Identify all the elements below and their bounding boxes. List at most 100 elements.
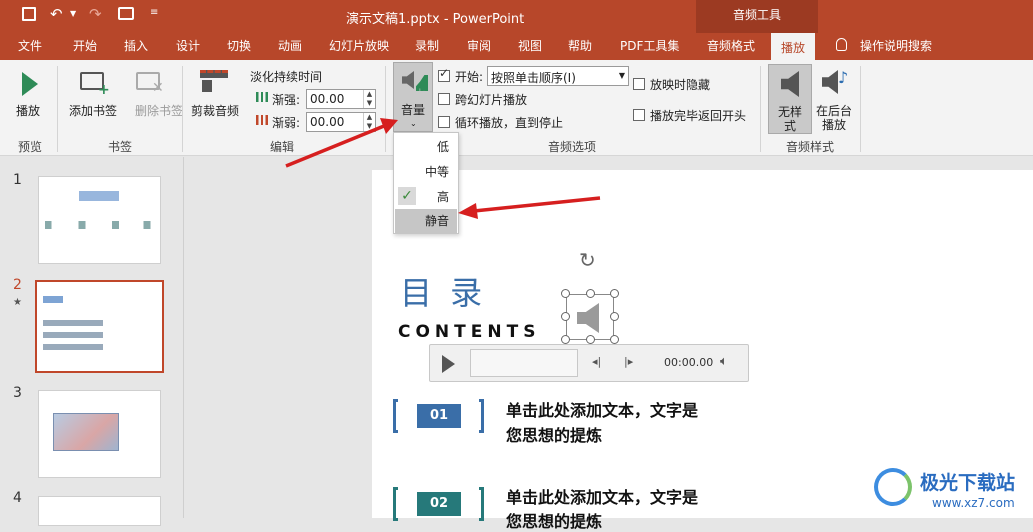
selection-handle[interactable] (610, 289, 619, 298)
rewind-checkbox[interactable] (633, 109, 645, 121)
group-bookmarks-label: 书签 (108, 140, 133, 154)
selection-handle[interactable] (561, 289, 570, 298)
slide-thumbnail-3[interactable] (38, 390, 161, 478)
item-text-line1: 单击此处添加文本，文字是 (506, 401, 699, 420)
start-label: 开始: (455, 70, 484, 84)
slide-title: 目 录 (400, 274, 487, 312)
slide-number: 1 (13, 172, 22, 188)
fade-out-label: 渐弱: (272, 116, 301, 130)
selection-handle[interactable] (610, 335, 619, 344)
volume-icon[interactable]: 🔈︎ (720, 354, 728, 369)
slide-thumbnail-2[interactable] (35, 280, 164, 373)
volume-menu-item-medium[interactable]: 中等 (395, 160, 457, 184)
undo-icon[interactable]: ↶ (50, 5, 63, 23)
add-bookmark-button[interactable]: + 添加书签 (64, 64, 122, 120)
redo-icon[interactable]: ↷ (89, 5, 102, 23)
volume-menu-item-low[interactable]: 低 (395, 135, 457, 159)
tab-help[interactable]: 帮助 (568, 33, 592, 60)
group-divider (760, 66, 761, 152)
slide-subtitle: CONTENTS (398, 322, 541, 342)
plus-icon: + (98, 82, 110, 98)
play-button[interactable]: 播放 (10, 64, 50, 120)
start-dropdown[interactable]: 按照单击顺序(I) ▼ (487, 66, 629, 86)
thumb-content (43, 320, 103, 356)
remove-bookmark-label: 删除书签 (135, 104, 184, 118)
skip-back-icon[interactable]: ◂| (592, 355, 601, 368)
slide-thumbnails-pane: 1 2 ★ 3 4 (0, 157, 184, 526)
volume-bars-icon (416, 75, 428, 91)
progress-track[interactable] (470, 349, 578, 377)
tab-review[interactable]: 审阅 (467, 33, 491, 60)
slide-number: 3 (13, 385, 22, 401)
tab-record[interactable]: 录制 (415, 33, 439, 60)
slide-number: 4 (13, 490, 22, 506)
customize-icon[interactable]: ≡ (150, 7, 158, 18)
no-style-label: 无样式 (777, 105, 802, 133)
play-icon (22, 72, 38, 96)
context-tab-group-label: 音频工具 (696, 0, 818, 33)
slide-thumbnail-4[interactable] (38, 496, 161, 526)
volume-menu-item-mute[interactable]: 静音 (395, 209, 457, 233)
watermark-cn: 极光下载站 (920, 472, 1016, 494)
trim-audio-button[interactable]: 剪裁音频 (188, 64, 244, 120)
play-icon[interactable] (442, 355, 455, 373)
fade-out-value: 00.00 (310, 115, 345, 129)
fade-in-value: 00.00 (310, 92, 345, 106)
hide-during-show-checkbox[interactable] (633, 78, 645, 90)
tell-me-search[interactable]: 操作说明搜索 (860, 33, 932, 60)
tab-design[interactable]: 设计 (176, 33, 200, 60)
loop-checkbox[interactable] (438, 116, 450, 128)
chevron-down-icon[interactable]: ▼ (70, 9, 76, 18)
tab-slideshow[interactable]: 幻灯片放映 (329, 33, 389, 60)
tab-playback[interactable]: 播放 (771, 33, 816, 60)
tab-animations[interactable]: 动画 (278, 33, 302, 60)
item-bracket-left (393, 399, 398, 433)
tab-insert[interactable]: 插入 (124, 33, 148, 60)
tab-audio-format[interactable]: 音频格式 (707, 33, 755, 60)
play-in-background-button[interactable]: ♪ 在后台播放 (814, 64, 854, 134)
volume-button[interactable]: 音量 ⌄ (393, 62, 433, 132)
play-label: 播放 (16, 104, 41, 118)
loop-label: 循环播放，直到停止 (455, 116, 564, 130)
trim-audio-icon (200, 70, 228, 78)
remove-bookmark-button[interactable]: ✕ 删除书签 (130, 64, 183, 120)
no-style-button[interactable]: 无样式 (768, 64, 812, 134)
selection-handle[interactable] (610, 312, 619, 321)
player-time: 00:00.00 (664, 356, 714, 369)
item-text-line1: 单击此处添加文本，文字是 (506, 488, 699, 507)
tab-file[interactable]: 文件 (18, 33, 42, 60)
group-divider (182, 66, 183, 152)
thumb-title (79, 191, 119, 201)
lightbulb-icon (836, 38, 847, 51)
window-title: 演示文稿1.pptx - PowerPoint (346, 12, 525, 27)
tab-view[interactable]: 视图 (518, 33, 542, 60)
selection-handle[interactable] (561, 312, 570, 321)
chevron-down-icon: ⌄ (410, 119, 417, 128)
spinner-arrows-icon[interactable]: ▲ ▼ (363, 113, 375, 131)
rotate-handle-icon[interactable]: ↻ (579, 248, 596, 272)
volume-icon (402, 71, 414, 89)
selection-handle[interactable] (586, 289, 595, 298)
tab-pdf-tools[interactable]: PDF工具集 (620, 33, 679, 60)
slide-thumbnail-1[interactable] (38, 176, 161, 264)
tab-home[interactable]: 开始 (73, 33, 97, 60)
spinner-arrows-icon[interactable]: ▲ ▼ (363, 90, 375, 108)
save-icon[interactable] (22, 7, 36, 21)
group-audio-styles-label: 音频样式 (786, 140, 835, 154)
play-in-background-icon (822, 70, 838, 94)
selection-handle[interactable] (561, 335, 570, 344)
skip-forward-icon[interactable]: |▸ (624, 355, 633, 368)
selection-handle[interactable] (586, 335, 595, 344)
thumb-image (53, 413, 119, 451)
play-across-slides-checkbox[interactable] (438, 93, 450, 105)
title-bar: ↶ ▼ ↷ ≡ 演示文稿1.pptx - PowerPoint (0, 0, 1033, 33)
fade-in-input[interactable]: 00.00 ▲ ▼ (306, 89, 376, 109)
fade-out-input[interactable]: 00.00 ▲ ▼ (306, 112, 376, 132)
item-number-badge: 02 (417, 492, 461, 516)
tab-transitions[interactable]: 切换 (227, 33, 251, 60)
start-dropdown-value: 按照单击顺序(I) (491, 71, 576, 85)
present-icon[interactable] (118, 7, 134, 20)
item-text-line2: 您思想的提炼 (506, 512, 603, 531)
audio-object[interactable] (566, 294, 614, 340)
add-bookmark-label: 添加书签 (69, 104, 118, 118)
